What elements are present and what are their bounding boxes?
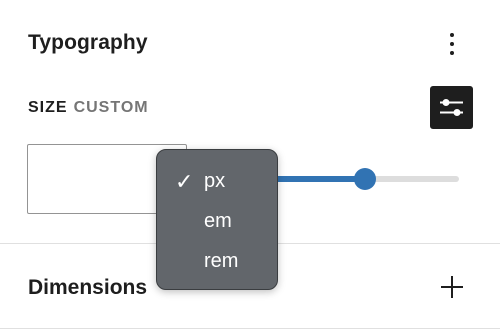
unit-option-rem[interactable]: rem — [157, 243, 277, 279]
add-dimensions-button[interactable] — [436, 271, 468, 303]
check-icon: ✓ — [175, 169, 194, 194]
more-vertical-icon — [450, 33, 454, 37]
unit-option-label: rem — [204, 250, 239, 272]
slider-thumb[interactable] — [354, 168, 377, 190]
sliders-settings-icon — [440, 99, 463, 116]
unit-select-menu[interactable]: ✓ px em rem — [156, 149, 278, 290]
more-options-button[interactable] — [436, 28, 468, 60]
typography-panel-title: Typography — [28, 31, 148, 54]
size-label: SIZE CUSTOM — [28, 99, 149, 117]
unit-option-label: em — [204, 210, 232, 232]
unit-option-label: px — [204, 170, 226, 192]
size-label-text: SIZE — [28, 99, 68, 116]
unit-option-px[interactable]: ✓ px — [157, 163, 277, 199]
more-vertical-icon-dot — [450, 42, 454, 46]
unit-option-em[interactable]: em — [157, 203, 277, 239]
section-divider-bottom — [0, 328, 500, 329]
dimensions-panel-title: Dimensions — [28, 276, 148, 299]
size-mode-label: CUSTOM — [73, 99, 149, 116]
size-settings-button[interactable] — [430, 86, 473, 129]
more-vertical-icon-dot — [450, 51, 454, 55]
